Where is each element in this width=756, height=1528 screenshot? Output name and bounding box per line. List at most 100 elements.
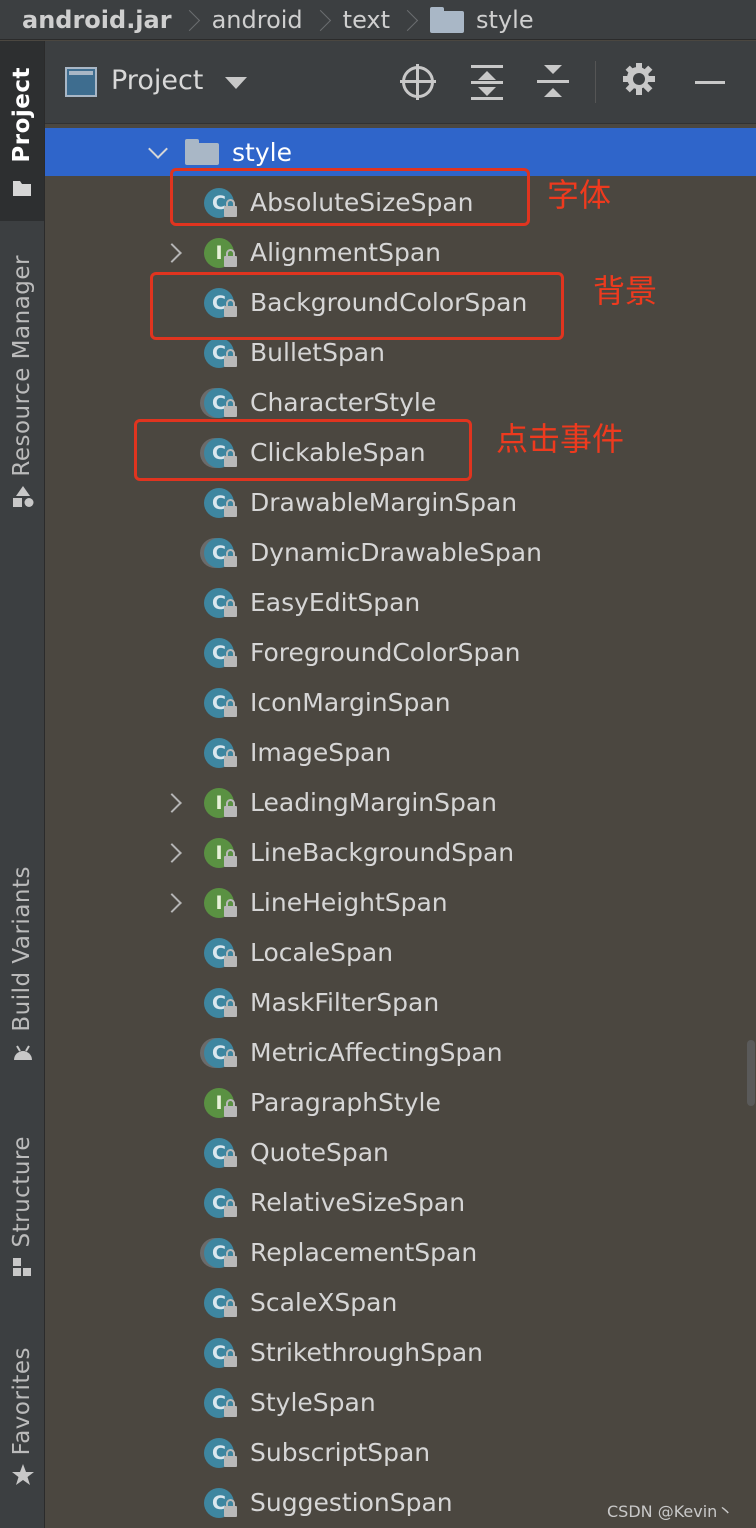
tree-item[interactable]: I LineBackgroundSpan [45, 828, 756, 878]
lock-icon [224, 699, 237, 717]
tree-item-label: ParagraphStyle [250, 1088, 441, 1117]
lock-icon [224, 1049, 237, 1067]
lock-icon [224, 399, 237, 417]
tree-item[interactable]: C RelativeSizeSpan [45, 1178, 756, 1228]
lock-icon [224, 599, 237, 617]
tree-item[interactable]: C LocaleSpan [45, 928, 756, 978]
tool-window-build-variants-tab[interactable]: Build Variants [0, 866, 44, 1091]
interface-icon: I [204, 888, 237, 920]
chevron-right-icon[interactable] [162, 243, 182, 263]
class-icon: C [204, 1388, 237, 1420]
lock-icon [224, 949, 237, 967]
tree-item[interactable]: I ParagraphStyle [45, 1078, 756, 1128]
interface-icon: I [204, 838, 237, 870]
annotation-box [170, 168, 530, 226]
folder-icon [430, 6, 465, 33]
tree-item[interactable]: C ReplacementSpan [45, 1228, 756, 1278]
interface-icon: I [204, 238, 237, 270]
project-view-selector[interactable]: Project [111, 65, 203, 96]
class-icon: C [204, 488, 237, 520]
tree-item[interactable]: C IconMarginSpan [45, 678, 756, 728]
class-icon: C [204, 988, 237, 1020]
tree-item-label: ForegroundColorSpan [250, 638, 521, 667]
tree-item-label: LineBackgroundSpan [250, 838, 515, 867]
breadcrumb-separator [186, 0, 198, 40]
class-icon: C [204, 1488, 237, 1520]
minimize-icon[interactable] [693, 63, 731, 101]
chevron-right-icon[interactable] [162, 843, 182, 863]
tree-item[interactable]: C ImageSpan [45, 728, 756, 778]
breadcrumb-separator [404, 0, 416, 40]
tree-item[interactable]: C MaskFilterSpan [45, 978, 756, 1028]
structure-icon [11, 1256, 33, 1278]
tree-item[interactable]: C EasyEditSpan [45, 578, 756, 628]
tree-item-label: LeadingMarginSpan [250, 788, 498, 817]
tool-window-resource-manager-label: Resource Manager [9, 255, 35, 477]
tool-window-project-tab[interactable]: Project [0, 41, 44, 221]
tree-item-label: StrikethroughSpan [250, 1338, 483, 1367]
tree-item-label: AlignmentSpan [250, 238, 441, 267]
lock-icon [224, 249, 237, 267]
tool-window-resource-manager-tab[interactable]: Resource Manager [0, 255, 44, 575]
breadcrumb-item-android-jar[interactable]: android.jar [22, 6, 172, 34]
class-icon: C [204, 338, 237, 370]
tree-item[interactable]: C ScaleXSpan [45, 1278, 756, 1328]
locate-icon[interactable] [399, 63, 437, 101]
tree-item[interactable]: I LineHeightSpan [45, 878, 756, 928]
tool-window-structure-tab[interactable]: Structure [0, 1136, 44, 1301]
android-icon [11, 1040, 33, 1062]
lock-icon [224, 549, 237, 567]
star-icon [11, 1463, 34, 1486]
tree-item[interactable]: I LeadingMarginSpan [45, 778, 756, 828]
project-view-icon [65, 67, 97, 97]
lock-icon [224, 799, 237, 817]
annotation-box [150, 272, 564, 340]
tree-item[interactable]: C DrawableMarginSpan [45, 478, 756, 528]
gear-icon[interactable] [623, 63, 661, 101]
tool-window-favorites-tab[interactable]: Favorites [0, 1347, 44, 1517]
tree-item-label: SubscriptSpan [250, 1438, 431, 1467]
folder-icon [11, 177, 33, 199]
breadcrumb-item-style[interactable]: style [430, 6, 534, 34]
tree-item[interactable]: C QuoteSpan [45, 1128, 756, 1178]
scrollbar[interactable] [747, 1040, 755, 1106]
breadcrumb-item-android[interactable]: android [212, 6, 303, 34]
expand-all-icon[interactable] [469, 63, 507, 101]
annotation-label: 背景 [593, 272, 658, 310]
tree-item-label: MaskFilterSpan [250, 988, 440, 1017]
collapse-all-icon[interactable] [535, 63, 573, 101]
lock-icon [224, 1349, 237, 1367]
class-icon: C [204, 738, 237, 770]
tree-item[interactable]: C StrikethroughSpan [45, 1328, 756, 1378]
lock-icon [224, 749, 237, 767]
tree-item-label: BulletSpan [250, 338, 385, 367]
chevron-down-icon[interactable] [225, 77, 247, 89]
tree-item-label: SuggestionSpan [250, 1488, 453, 1517]
class-icon: C [204, 688, 237, 720]
class-icon: C [204, 1338, 237, 1370]
interface-icon: I [204, 1088, 237, 1120]
chevron-down-icon[interactable] [148, 139, 168, 159]
tree-item-label: QuoteSpan [250, 1138, 389, 1167]
tree-item[interactable]: C MetricAffectingSpan [45, 1028, 756, 1078]
lock-icon [224, 1099, 237, 1117]
tree-folder-label: style [232, 138, 292, 167]
tree-item-label: MetricAffectingSpan [250, 1038, 503, 1067]
breadcrumb-item-style-label: style [476, 5, 534, 34]
annotation-label: 字体 [547, 176, 612, 214]
tree-item[interactable]: C StyleSpan [45, 1378, 756, 1428]
tree-item[interactable]: C SubscriptSpan [45, 1428, 756, 1478]
lock-icon [224, 899, 237, 917]
lock-icon [224, 1299, 237, 1317]
class-icon: C [204, 1288, 237, 1320]
shapes-icon [11, 485, 34, 507]
watermark: CSDN @Kevin丶 [607, 1502, 734, 1521]
breadcrumb-item-text[interactable]: text [343, 6, 390, 34]
tree-item-label: LineHeightSpan [250, 888, 448, 917]
project-panel-header: Project [45, 41, 756, 124]
chevron-right-icon[interactable] [162, 793, 182, 813]
tool-window-build-variants-label: Build Variants [9, 866, 35, 1032]
chevron-right-icon[interactable] [162, 893, 182, 913]
tree-item[interactable]: C ForegroundColorSpan [45, 628, 756, 678]
tree-item[interactable]: C DynamicDrawableSpan [45, 528, 756, 578]
